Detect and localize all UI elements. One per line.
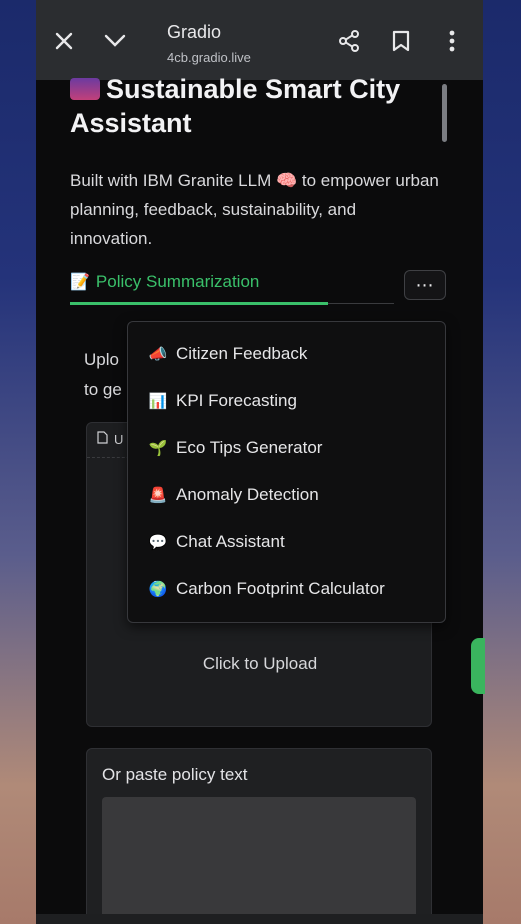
menu-item-citizen-feedback[interactable]: 📣 Citizen Feedback [148, 344, 308, 364]
siren-icon: 🚨 [148, 487, 168, 504]
active-tab-indicator [70, 302, 328, 305]
policy-text-input[interactable] [102, 797, 416, 924]
bottom-bar [36, 914, 483, 924]
menu-item-label: Anomaly Detection [176, 485, 319, 504]
paste-policy-card: Or paste policy text [86, 748, 432, 924]
seedling-icon: 🌱 [148, 440, 168, 457]
upload-instructions: Uplo to ge [84, 345, 122, 405]
file-icon [97, 431, 108, 447]
share-icon[interactable] [334, 26, 364, 56]
memo-icon: 📝 [70, 274, 90, 291]
click-to-upload-text[interactable]: Click to Upload [87, 654, 433, 674]
page-description: Built with IBM Granite LLM 🧠 to empower … [70, 171, 439, 248]
upload-instructions-line-2: to ge [84, 380, 122, 399]
tab-policy-summarization[interactable]: 📝 Policy Summarization [70, 272, 259, 292]
megaphone-icon: 📣 [148, 346, 168, 363]
city-icon [70, 78, 100, 100]
paste-policy-label: Or paste policy text [102, 765, 248, 784]
tabs-overflow-menu: 📣 Citizen Feedback 📊 KPI Forecasting 🌱 E… [127, 321, 446, 623]
browser-title: Gradio [167, 22, 222, 42]
tab-divider [328, 303, 394, 304]
chevron-down-icon[interactable] [100, 26, 130, 56]
menu-item-carbon-footprint-calculator[interactable]: 🌍 Carbon Footprint Calculator [148, 579, 385, 599]
scrollbar[interactable] [442, 84, 447, 142]
menu-item-label: Carbon Footprint Calculator [176, 579, 385, 598]
menu-item-label: Eco Tips Generator [176, 438, 323, 457]
more-vert-icon[interactable] [437, 26, 467, 56]
tab-label: Policy Summarization [95, 272, 260, 291]
page-title-text: Sustainable Smart City Assistant [70, 74, 401, 138]
menu-item-eco-tips-generator[interactable]: 🌱 Eco Tips Generator [148, 438, 323, 458]
more-tabs-button[interactable]: ⋯ [404, 270, 446, 300]
browser-viewport: Gradio 4cb.gradio.live Sustainable Smart… [36, 0, 483, 924]
page-title: Sustainable Smart City Assistant [70, 72, 440, 140]
menu-item-label: Chat Assistant [176, 532, 285, 551]
close-icon[interactable] [49, 26, 79, 56]
menu-item-chat-assistant[interactable]: 💬 Chat Assistant [148, 532, 285, 552]
menu-item-kpi-forecasting[interactable]: 📊 KPI Forecasting [148, 391, 297, 411]
bookmark-icon[interactable] [386, 26, 416, 56]
upload-label-text: U [114, 431, 124, 447]
browser-url[interactable]: 4cb.gradio.live [167, 50, 251, 65]
menu-item-label: KPI Forecasting [176, 391, 297, 410]
menu-item-label: Citizen Feedback [176, 344, 308, 363]
floating-button-edge[interactable] [471, 638, 485, 694]
upload-label: U [97, 431, 123, 447]
upload-instructions-line-1: Uplo [84, 350, 119, 369]
browser-toolbar: Gradio 4cb.gradio.live [36, 0, 483, 80]
globe-icon: 🌍 [148, 581, 168, 598]
bar-chart-icon: 📊 [148, 393, 168, 410]
menu-item-anomaly-detection[interactable]: 🚨 Anomaly Detection [148, 485, 319, 505]
speech-bubble-icon: 💬 [148, 534, 168, 551]
